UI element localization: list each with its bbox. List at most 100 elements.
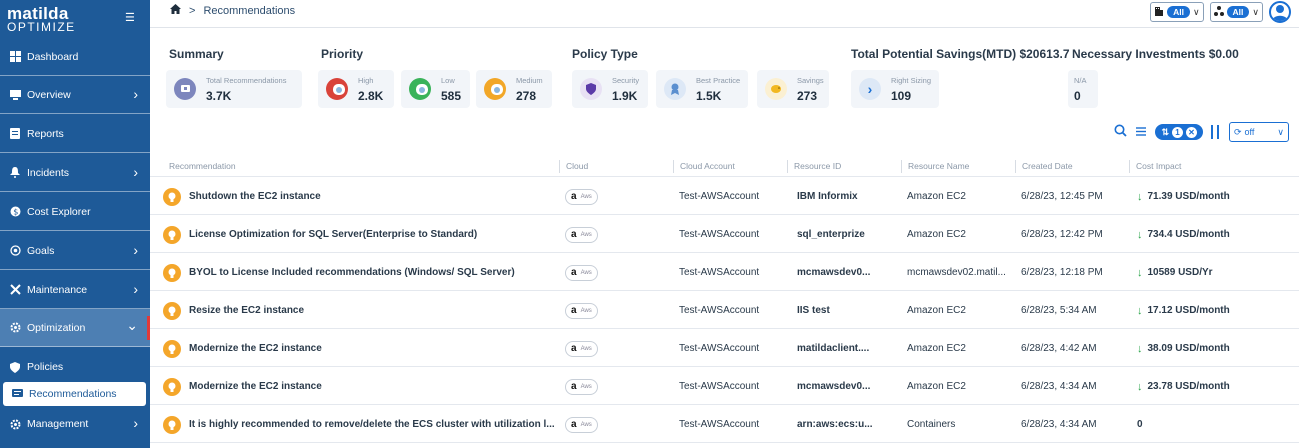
brand-logo: matilda OPTIMIZE ☰	[0, 0, 150, 40]
policy-savings-card[interactable]: Savings 273	[757, 70, 829, 108]
cell-recommendation[interactable]: BYOL to License Included recommendations…	[163, 254, 555, 291]
table-row[interactable]: BYOL to License Included recommendations…	[150, 254, 1299, 291]
cell-cloud-account: Test-AWSAccount	[679, 343, 760, 354]
investments-na-card[interactable]: N/A 0	[1068, 70, 1098, 108]
right-sizing-card[interactable]: › Right Sizing 109	[851, 70, 939, 108]
hierarchy-icon	[1213, 5, 1224, 19]
dashboard-icon	[9, 51, 21, 63]
table-row[interactable]: License Optimization for SQL Server(Ente…	[150, 216, 1299, 253]
active-filters-badge[interactable]: ⇅ 1 ✕	[1155, 124, 1203, 140]
column-header-cloud-account[interactable]: Cloud Account	[673, 160, 735, 173]
column-header-cost-impact[interactable]: Cost Impact	[1129, 160, 1181, 173]
card-label: Low	[441, 76, 455, 85]
columns-icon[interactable]	[1211, 125, 1221, 139]
cell-created-date: 6/28/23, 12:42 PM	[1021, 229, 1103, 240]
card-value: 3.7K	[206, 89, 232, 103]
card-label: Right Sizing	[891, 76, 932, 85]
cell-cost-impact: ↓ 71.39 USD/month	[1137, 178, 1287, 215]
chevron-down-icon: ∨	[1252, 6, 1259, 17]
amazon-logo-icon: a	[571, 305, 577, 316]
cell-cloud: a Aws	[565, 292, 665, 329]
building-icon	[1154, 6, 1164, 19]
cell-recommendation[interactable]: Resize the EC2 instance	[163, 292, 555, 329]
cell-resource-id: matildaclient....	[797, 343, 870, 354]
sidebar-item-overview[interactable]: Overview ›	[0, 76, 150, 114]
organization-filter[interactable]: All ∨	[1150, 2, 1204, 22]
cell-recommendation[interactable]: It is highly recommended to remove/delet…	[163, 406, 555, 443]
recommendation-title: License Optimization for SQL Server(Ente…	[189, 229, 478, 240]
sidebar-item-policies[interactable]: Policies	[0, 348, 150, 386]
cell-cost-impact: ↓ 10589 USD/Yr	[1137, 254, 1287, 291]
column-header-created-date[interactable]: Created Date	[1015, 160, 1073, 173]
priority-low-card[interactable]: Low 585	[401, 70, 470, 108]
cell-cloud-account: Test-AWSAccount	[679, 267, 760, 278]
sidebar-item-management[interactable]: Management ›	[0, 405, 150, 443]
cell-resource-name: Amazon EC2	[907, 229, 966, 240]
table-row[interactable]: Modernize the EC2 instance a Aws Test-AWSAc…	[150, 368, 1299, 405]
cell-resource-id: arn:aws:ecs:u...	[797, 419, 873, 430]
cell-recommendation[interactable]: Modernize the EC2 instance	[163, 330, 555, 367]
sidebar-item-recommendations[interactable]: Recommendations	[3, 382, 146, 406]
column-header-resource-id[interactable]: Resource ID	[787, 160, 841, 173]
cell-cloud-account: Test-AWSAccount	[679, 191, 760, 202]
sidebar-item-label: Dashboard	[27, 50, 79, 63]
sidebar-item-incidents[interactable]: Incidents ›	[0, 154, 150, 192]
sidebar-item-label: Overview	[27, 88, 71, 101]
cost-value: 734.4 USD/month	[1147, 229, 1230, 240]
summary-heading: Summary	[169, 47, 224, 61]
clear-filter-icon[interactable]: ✕	[1186, 126, 1197, 138]
sidebar-item-cost-explorer[interactable]: $ Cost Explorer	[0, 193, 150, 231]
auto-refresh-select[interactable]: ⟳ off ∨	[1229, 122, 1289, 142]
table-row[interactable]: Modernize the EC2 instance a Aws Test-AWSAc…	[150, 330, 1299, 367]
cell-cloud: a Aws	[565, 368, 665, 405]
sidebar-item-goals[interactable]: Goals ›	[0, 232, 150, 270]
cell-recommendation[interactable]: Modernize the EC2 instance	[163, 368, 555, 405]
cell-recommendation[interactable]: License Optimization for SQL Server(Ente…	[163, 216, 555, 253]
card-value: 1.5K	[696, 89, 722, 103]
sidebar-item-maintenance[interactable]: Maintenance ›	[0, 271, 150, 309]
recommendations-icon	[11, 388, 23, 400]
recommendation-bulb-icon	[163, 377, 181, 396]
group-filter[interactable]: All ∨	[1209, 2, 1263, 22]
cell-resource-id: mcmawsdev0...	[797, 381, 871, 392]
cell-resource-id: IIS test	[797, 305, 830, 316]
column-header-cloud[interactable]: Cloud	[559, 160, 588, 173]
priority-high-card[interactable]: High 2.8K	[318, 70, 394, 108]
arrow-down-icon: ↓	[1137, 266, 1143, 279]
recommendation-icon	[174, 78, 196, 100]
breadcrumb-current: Recommendations	[203, 4, 296, 17]
sidebar-item-label: Management	[27, 418, 89, 430]
management-icon	[9, 418, 21, 430]
cell-resource-id: sql_enterprize	[797, 229, 865, 240]
card-label: Security	[612, 76, 640, 85]
cost-value: 17.12 USD/month	[1147, 305, 1230, 316]
sidebar-item-dashboard[interactable]: Dashboard	[0, 38, 150, 76]
table-row[interactable]: Shutdown the EC2 instance a Aws Test-AWSAcc…	[150, 178, 1299, 215]
home-icon[interactable]	[170, 4, 181, 17]
sidebar-item-reports[interactable]: Reports	[0, 115, 150, 153]
cell-cloud: a Aws	[565, 330, 665, 367]
table-row[interactable]: Resize the EC2 instance a Aws Test-AWSAccou…	[150, 292, 1299, 329]
cell-cloud-account: Test-AWSAccount	[679, 305, 760, 316]
column-header-resource-name[interactable]: Resource Name	[901, 160, 969, 173]
recommendation-title: Modernize the EC2 instance	[189, 381, 322, 392]
column-header-recommendation[interactable]: Recommendation	[163, 160, 236, 173]
incidents-icon	[9, 167, 21, 179]
policy-security-card[interactable]: Security 1.9K	[572, 70, 648, 108]
potential-savings-heading: Total Potential Savings(MTD) $20613.7	[851, 47, 1070, 61]
table-row[interactable]: It is highly recommended to remove/delet…	[150, 406, 1299, 443]
cell-recommendation[interactable]: Shutdown the EC2 instance	[163, 178, 555, 215]
policy-best-practice-card[interactable]: Best Practice 1.5K	[656, 70, 748, 108]
card-label: Savings	[797, 76, 824, 85]
overview-icon	[9, 89, 21, 101]
user-avatar-icon[interactable]	[1269, 1, 1291, 23]
recommendation-title: Modernize the EC2 instance	[189, 343, 322, 354]
search-icon[interactable]	[1114, 124, 1128, 140]
total-recommendations-card[interactable]: Total Recommendations 3.7K	[166, 70, 302, 108]
cell-created-date: 6/28/23, 4:34 AM	[1021, 419, 1097, 430]
filter-settings-icon[interactable]	[1135, 125, 1147, 140]
priority-medium-card[interactable]: Medium 278	[476, 70, 552, 108]
collapse-menu-icon[interactable]: ☰	[125, 11, 135, 24]
arrow-down-icon: ↓	[1137, 342, 1143, 355]
sidebar-item-optimization[interactable]: Optimization ⌄	[0, 309, 150, 347]
